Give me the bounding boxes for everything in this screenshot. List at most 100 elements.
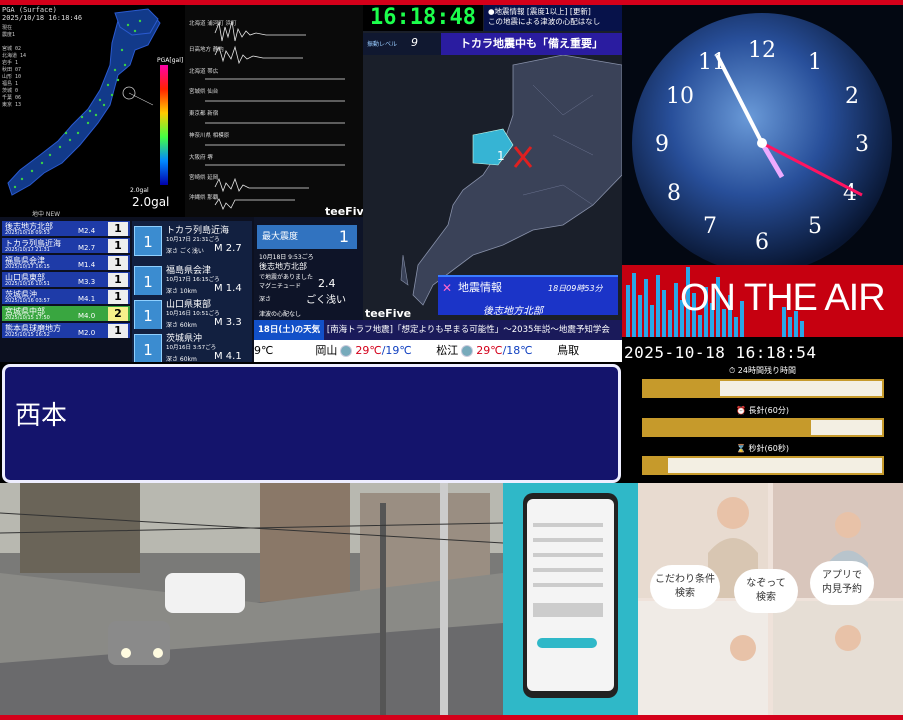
quake-card[interactable]: 1 茨城県沖 10月16日 3:57ごろ 深さ 60km M 4.1 [132, 329, 252, 362]
caption-box: 西本 [2, 364, 621, 483]
max-intensity-note: で地震がありました [259, 274, 314, 281]
weather-low: /18℃ [502, 344, 533, 357]
pga-map-panel: PGA (Surface) 2025/10/18 16:18:46 現在 震度1… [0, 5, 185, 217]
weather-low: /19℃ [381, 344, 412, 357]
quake-row[interactable]: 熊本県球磨地方 2025/10/15 16:52 M2.0 1 [2, 323, 130, 339]
info-place: 後志地方北部 [483, 306, 543, 317]
progress-bar-minute [642, 418, 884, 437]
weather-icon [461, 345, 474, 357]
progress-bar-second [642, 456, 884, 475]
info-time: 18日09時53分 [548, 284, 603, 293]
gal-small-readout: 2.0gal [130, 187, 149, 194]
clock-num: 7 [703, 214, 717, 239]
ticker-day-label: 18日(土)の天気 [254, 320, 325, 340]
ad-bubble-text: なぞって 検索 [746, 578, 786, 603]
weather-strip: 9℃ 岡山 29℃/19℃ 松江 29℃/18℃ 鳥取 [254, 340, 622, 362]
level-value: 9 [411, 36, 419, 49]
quake-row[interactable]: 茨城県沖 2025/10/16 03:57 M4.1 1 [2, 289, 130, 305]
timer-panel: 2025-10-18 16:18:54 ⏱ 24時間残り時間 ⏰ 長針(60分)… [622, 337, 903, 483]
street-scene [0, 483, 503, 715]
max-intensity-header: 最大震度 1 [257, 225, 357, 249]
quake-row[interactable]: 福島県会津 2025/10/17 16:15 M1.4 1 [2, 255, 130, 271]
top-map-panel: 1 16:18:48 ●地震情報 [震度1以上] [更新] この地震による津波の… [363, 5, 622, 320]
gal-readout: 2.0gal [132, 195, 170, 209]
weather-city: 鳥取 [557, 344, 580, 357]
news-ticker: 18日(土)の天気 [南海トラフ地震]「想定よりも早まる可能性」～2035年説～… [254, 320, 622, 340]
street-camera-feed [0, 483, 503, 715]
clock-num: 3 [855, 132, 869, 157]
ad-bubble-text: アプリで 内見予約 [822, 570, 862, 595]
clock-num: 2 [845, 84, 859, 109]
magnitude-value: 2.4 [318, 277, 336, 290]
smartphone-illustration [523, 493, 618, 698]
weather-city: 岡山 [315, 344, 338, 357]
weather-prefix: 9℃ [254, 344, 274, 357]
clock-num: 8 [667, 181, 681, 206]
waveform-traces [205, 20, 345, 210]
cross-icon: ✕ [442, 281, 453, 295]
caption-text: 西本 [15, 401, 68, 431]
ad-bubble: なぞって 検索 [734, 569, 798, 613]
max-intensity-place: 後志地方北部 [259, 262, 307, 271]
clock-num: 12 [748, 38, 776, 63]
quake-card[interactable]: 1 山口県東部 10月16日 10:51ごろ 深さ 60km M 3.3 [132, 295, 252, 331]
info-title: 地震情報 [458, 281, 502, 294]
tsunami-note: 津波の心配なし [259, 311, 302, 318]
magnitude-label: マグニチュード [259, 283, 302, 290]
message-line-2: この地震による津波の心配はなし [488, 17, 601, 26]
ad-phone-panel [503, 483, 638, 715]
teefive-logo: teeFive [325, 205, 363, 217]
ad-photo-panel: こだわり条件 検索 なぞって 検索 アプリで 内見予約 [638, 483, 903, 715]
clock-num: 9 [655, 132, 669, 157]
quake-row[interactable]: トカラ列島近海 2025/10/17 21:31 M2.7 1 [2, 238, 130, 254]
map-footer-label: 地中 NEW [32, 211, 61, 217]
max-intensity-label: 最大震度 [262, 232, 299, 242]
clock-num: 1 [808, 50, 822, 75]
teefive-logo: teeFive [365, 307, 412, 320]
quake-row[interactable]: 宮城県中部 2025/10/15 17:50 M4.0 2 [2, 306, 130, 322]
pga-color-scale [160, 65, 168, 185]
max-intensity-value: 1 [338, 227, 349, 246]
timer-caption: ⌛ 秒針(60秒) [736, 444, 789, 453]
weather-high: 29℃ [355, 344, 382, 357]
ad-bubble-text: こだわり条件 検索 [655, 574, 715, 599]
tsunami-message: ●地震情報 [震度1以上] [更新] この地震による津波の心配はなし [484, 5, 622, 31]
japan-map [7, 8, 161, 196]
weather-high: 29℃ [476, 344, 503, 357]
bottom-red-border [0, 715, 903, 720]
digital-datetime: 2025-10-18 16:18:54 [624, 343, 817, 362]
earthquake-history-panel: 後志地方北部 2025/10/18 09:53 M2.4 1 トカラ列島近海 2025/… [0, 217, 258, 362]
waveform-panel: 北海道 浦河町 浜町 日高地方 静内 北海道 帯広 宮城県 仙台 東京都 新宿 … [185, 5, 363, 217]
depth-value: ごく浅い [306, 295, 346, 306]
clock-num: 5 [808, 214, 822, 239]
weather-icon [340, 345, 353, 357]
news-banner: トカラ地震中も「備え重要」 [441, 33, 622, 55]
clock-num: 6 [755, 230, 769, 255]
quake-row[interactable]: 後志地方北部 2025/10/18 09:53 M2.4 1 [2, 221, 130, 237]
current-time: 16:18:48 [363, 5, 483, 31]
ticker-text: [南海トラフ地震]「想定よりも早まる可能性」～2035年説～地震予知学会 [326, 325, 610, 335]
map-intensity-marker: 1 [497, 149, 505, 163]
ad-bubble: こだわり条件 検索 [650, 565, 720, 609]
level-label: 振動レベル [367, 41, 398, 48]
pga-scale-label: PGA[gal] [157, 57, 184, 64]
waveform-brand-small [303, 208, 305, 215]
weather-city: 松江 [436, 344, 459, 357]
timer-caption: ⏱ 24時間残り時間 [729, 366, 796, 375]
quake-info-box: ✕ 地震情報 18日09時53分 後志地方北部 [438, 275, 618, 317]
max-intensity-date: 10月18日 9:53ごろ [259, 254, 314, 261]
progress-bar-24h [642, 379, 884, 398]
quake-card[interactable]: 1 トカラ列島近海 10月17日 21:31ごろ 深さ ごく浅い M 2.7 [132, 221, 252, 265]
on-air-label: ON THE AIR [680, 277, 886, 319]
message-line-1: ●地震情報 [震度1以上] [更新] [488, 7, 591, 16]
vibration-level: 振動レベル 9 [363, 33, 441, 55]
clock-num: 10 [666, 84, 694, 109]
depth-label: 深さ [259, 296, 272, 303]
timer-caption: ⏰ 長針(60分) [736, 406, 789, 415]
max-intensity-panel: 最大震度 1 10月18日 9:53ごろ 後志地方北部 で地震がありました マグニ… [254, 217, 363, 320]
analog-clock: 12 1 2 3 4 5 6 7 8 9 10 11 [622, 5, 903, 265]
quake-row[interactable]: 山口県東部 2025/10/16 10:51 M3.3 1 [2, 272, 130, 288]
on-air-panel: ON THE AIR [622, 265, 903, 337]
ad-bubble: アプリで 内見予約 [810, 561, 874, 605]
analog-clock-panel: 12 1 2 3 4 5 6 7 8 9 10 11 [622, 5, 903, 265]
